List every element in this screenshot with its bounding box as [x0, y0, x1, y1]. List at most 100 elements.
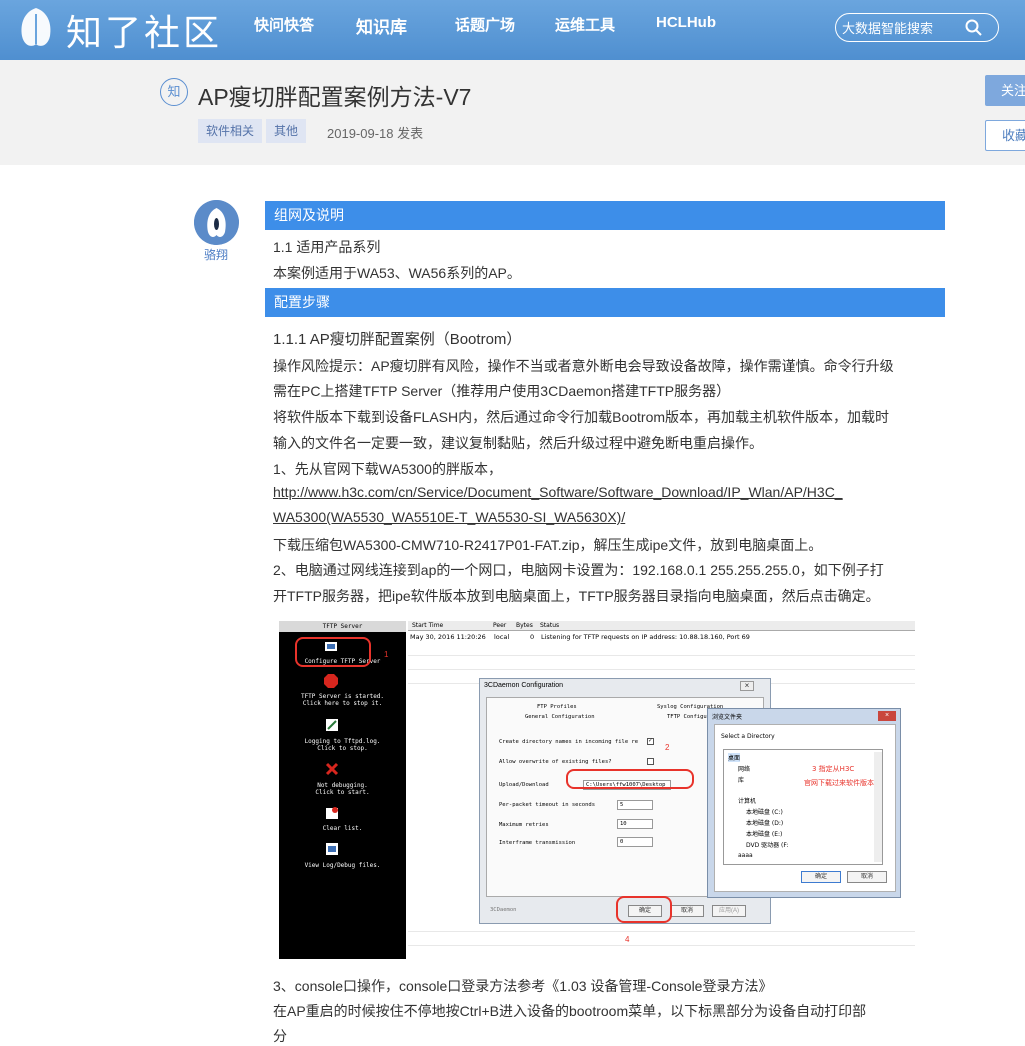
top-navigation-bar: 知了社区 快问快答 知识库 话题广场 运维工具 HCLHub: [0, 0, 1025, 60]
log-label: Logging to Tftpd.log.: [304, 738, 381, 745]
section-config-steps: 配置步骤: [265, 288, 945, 317]
highlight-ring-4: [616, 896, 672, 923]
text-paragraph: 将软件版本下载到设备FLASH内，然后通过命令行加载Bootrom版本，再加载主…: [273, 409, 890, 425]
grid-line: [408, 655, 915, 656]
page-title: AP瘦切胖配置案例方法-V7: [198, 84, 472, 110]
author-avatar[interactable]: [194, 200, 239, 245]
nav-knowledge-base[interactable]: 知识库: [356, 13, 407, 38]
tab-ftp-profiles[interactable]: FTP Profiles: [537, 704, 577, 710]
dialog-apply-button[interactable]: 应用(A): [712, 905, 746, 917]
dialog-title: 3CDaemon Configuration: [484, 682, 563, 689]
timeout-field[interactable]: 5: [617, 800, 653, 810]
cell-peer: local: [494, 633, 510, 641]
tree-item-drive-d[interactable]: 本地磁盘 (D:): [746, 818, 783, 827]
clear-list-icon: [326, 807, 338, 819]
tree-item-network[interactable]: 网络: [738, 764, 750, 773]
text-paragraph: 开TFTP服务器，把ipe软件版本放到电脑桌面上，TFTP服务器目录指向电脑桌面…: [273, 588, 880, 604]
grid-line: [408, 931, 915, 932]
tftp-left-pane: TFTP Server Configure TFTP Server TFTP S…: [279, 621, 406, 959]
opt-overwrite: Allow overwrite of existing files?: [499, 759, 612, 765]
highlight-ring-1: [295, 637, 371, 667]
publish-date: 2019-09-18 发表: [327, 126, 424, 141]
interframe-field[interactable]: 0: [617, 837, 653, 847]
tree-item-folder[interactable]: aaaa: [738, 852, 753, 859]
opt-retries: Maximum retries: [499, 822, 549, 828]
col-start-time: Start Time: [412, 622, 444, 629]
nav-ops-tools[interactable]: 运维工具: [555, 14, 615, 35]
col-peer: Peer: [493, 622, 507, 629]
annotation-note-2: 官网下载过来软件版本: [804, 779, 874, 787]
section-network-description: 组网及说明: [265, 201, 945, 230]
nav-quick-qa[interactable]: 快问快答: [254, 14, 314, 35]
cell-start-time: May 30, 2016 11:20:26: [410, 633, 486, 641]
annotation-note-1: 3 指定从H3C: [812, 765, 855, 773]
tag-other[interactable]: 其他: [266, 119, 307, 143]
tree-item-dvd[interactable]: DVD 驱动器 (F:: [746, 840, 788, 849]
marker-2: 2: [665, 743, 670, 752]
browse-cancel-button[interactable]: 取消: [847, 871, 887, 883]
nav-hclhub[interactable]: HCLHub: [656, 14, 716, 31]
browse-prompt: Select a Directory: [721, 733, 775, 740]
log-row: May 30, 2016 11:20:26 local 0 Listening …: [410, 633, 750, 641]
browse-title: 浏览文件夹: [712, 714, 743, 721]
follow-button[interactable]: 关注: [985, 75, 1025, 106]
favorite-button[interactable]: 收藏: [985, 120, 1025, 151]
search-icon[interactable]: [964, 18, 984, 38]
view-log-label: View Log/Debug files.: [304, 862, 381, 869]
dialog-cancel-button[interactable]: 取消: [670, 905, 704, 917]
tftp-started-label: TFTP Server is started.: [300, 693, 385, 700]
tree-item-computer[interactable]: 计算机: [738, 796, 756, 805]
embedded-screenshot: TFTP Server Configure TFTP Server TFTP S…: [279, 621, 915, 959]
overwrite-checkbox[interactable]: [647, 758, 654, 765]
folder-tree[interactable]: 桌面 网络 库 计算机 本地磁盘 (C:) 本地磁盘 (D:) 本地磁盘 (E:…: [723, 749, 883, 865]
cell-status: Listening for TFTP requests on IP addres…: [541, 633, 750, 641]
dialog-footer: 3CDaemon: [490, 907, 517, 913]
tag-software[interactable]: 软件相关: [198, 119, 263, 143]
tree-scrollbar[interactable]: [874, 752, 882, 862]
opt-interframe: Interframe transmission: [499, 840, 576, 846]
download-link-continued[interactable]: WA5300(WA5530_WA5510E-T_WA5530-SI_WA5630…: [273, 509, 625, 525]
avatar-cicada-icon: [194, 200, 239, 245]
browse-close-icon[interactable]: ×: [878, 711, 896, 721]
article-header: [0, 60, 1025, 165]
browse-ok-button[interactable]: 确定: [801, 871, 841, 883]
author-name[interactable]: 骆翔: [204, 246, 228, 263]
text-paragraph: 操作风险提示：AP瘦切胖有风险，操作不当或者意外断电会导致设备故障，操作需谨慎。…: [273, 358, 894, 374]
opt-create-dirs: Create directory names in incoming file …: [499, 739, 639, 745]
search-input[interactable]: [842, 19, 962, 37]
browse-folder-dialog: 浏览文件夹 × Select a Directory 桌面 网络 库 计算机 本…: [707, 708, 901, 898]
log-grid-header: Start Time Peer Bytes Status: [408, 621, 915, 631]
tab-general[interactable]: General Configuration: [525, 714, 595, 720]
tree-item-drive-e[interactable]: 本地磁盘 (E:): [746, 829, 782, 838]
text-paragraph: 下载压缩包WA5300-CMW710-R2417P01-FAT.zip，解压生成…: [273, 537, 823, 553]
create-dirs-checkbox[interactable]: ✓: [647, 738, 654, 745]
text-product-series: 本案例适用于WA53、WA56系列的AP。: [273, 265, 521, 281]
stop-icon: [324, 674, 338, 688]
highlight-ring-2: [566, 769, 694, 789]
tree-item-library[interactable]: 库: [738, 775, 744, 784]
grid-line: [408, 669, 915, 670]
text-paragraph: 输入的文件名一定要一致，建议复制黏贴，然后升级过程中避免断电重启操作。: [273, 435, 763, 451]
text-paragraph: 2、电脑通过网线连接到ap的一个网口，电脑网卡设置为：192.168.0.1 2…: [273, 562, 884, 578]
log-stop-label: Click to stop.: [317, 745, 368, 752]
col-bytes: Bytes: [516, 622, 533, 629]
retries-field[interactable]: 10: [617, 819, 653, 829]
text-case-heading: 1.1.1 AP瘦切胖配置案例（Bootrom）: [273, 331, 522, 348]
tree-item-desktop[interactable]: 桌面: [728, 753, 741, 762]
cicada-logo-icon[interactable]: [16, 4, 56, 50]
text-paragraph: 需在PC上搭建TFTP Server（推荐用户使用3CDaemon搭建TFTP服…: [273, 383, 731, 399]
tree-item-drive-c[interactable]: 本地磁盘 (C:): [746, 807, 783, 816]
download-link[interactable]: http://www.h3c.com/cn/Service/Document_S…: [273, 484, 843, 500]
marker-1: 1: [384, 650, 389, 659]
browse-body: Select a Directory 桌面 网络 库 计算机 本地磁盘 (C:)…: [714, 724, 896, 892]
opt-upload-download: Upload/Download: [499, 782, 549, 788]
cell-bytes: 0: [530, 633, 535, 641]
marker-4: 4: [625, 935, 630, 944]
site-logo-text[interactable]: 知了社区: [66, 4, 222, 56]
search-box[interactable]: [835, 13, 999, 42]
text-product-series-heading: 1.1 适用产品系列: [273, 239, 381, 255]
nav-topic-square[interactable]: 话题广场: [455, 14, 515, 35]
debug-start-label: Click to start.: [315, 789, 370, 796]
dialog-close-icon[interactable]: ×: [740, 681, 754, 691]
grid-line: [408, 945, 915, 946]
